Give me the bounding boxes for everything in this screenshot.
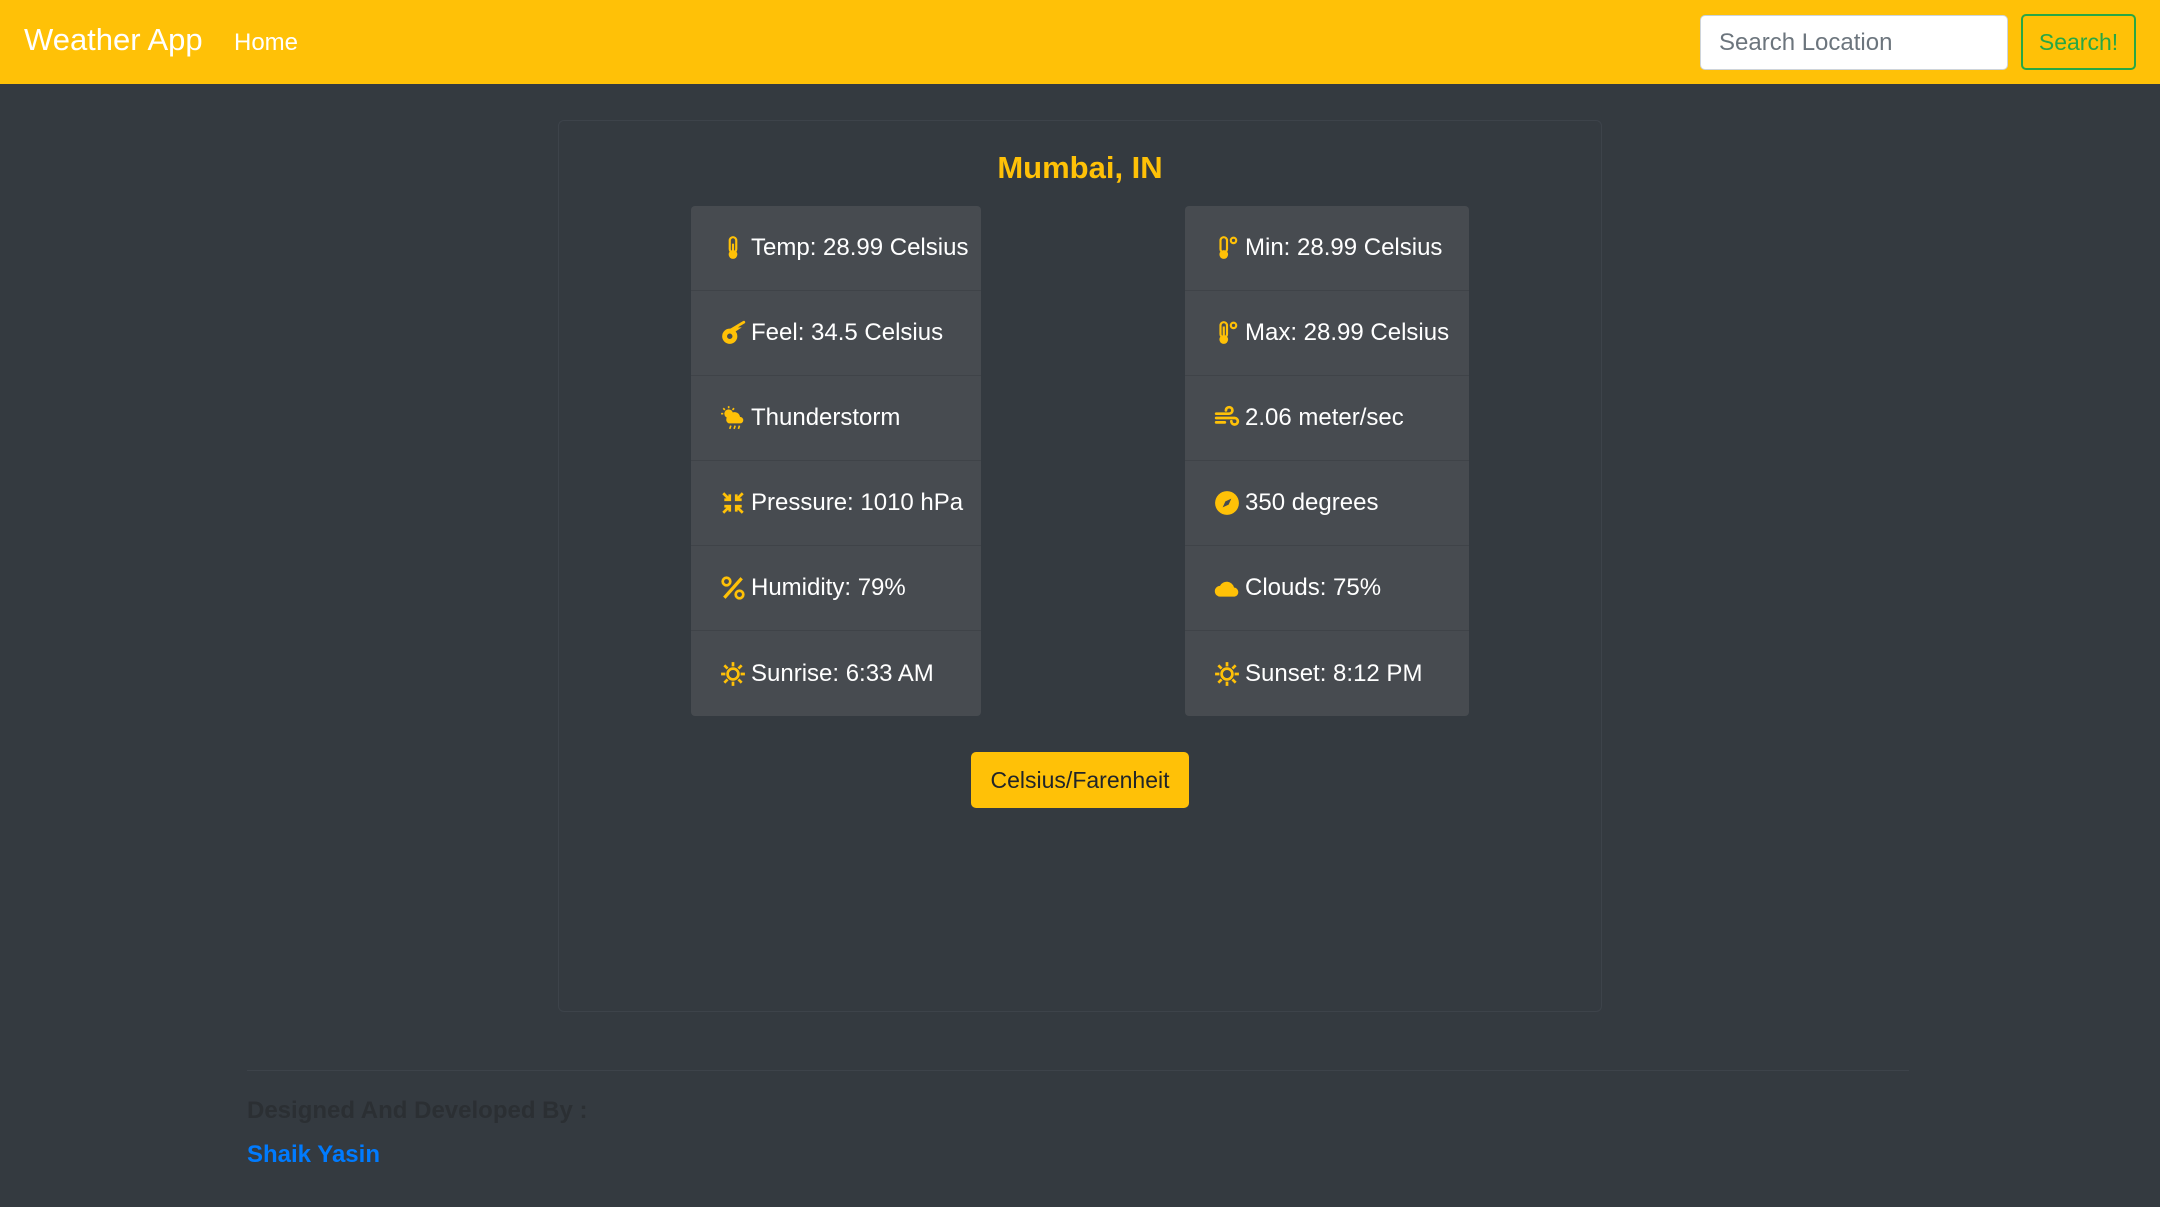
feel-text: Feel: 34.5 Celsius bbox=[751, 319, 944, 346]
compress-icon bbox=[719, 489, 747, 517]
temperature-low-icon bbox=[1213, 234, 1241, 262]
cloud-sun-rain-icon bbox=[719, 404, 747, 432]
temp-text: Temp: 28.99 Celsius bbox=[751, 234, 969, 261]
max-text: Max: 28.99 Celsius bbox=[1245, 319, 1450, 346]
footer-author-link[interactable]: Shaik Yasin bbox=[247, 1141, 380, 1169]
sun-icon bbox=[1213, 660, 1241, 688]
nav-home-link[interactable]: Home bbox=[234, 29, 298, 57]
footer-label: Designed And Developed By : bbox=[247, 1097, 588, 1124]
temp-row: Temp: 28.99 Celsius bbox=[691, 206, 981, 291]
max-row: Max: 28.99 Celsius bbox=[1185, 291, 1469, 376]
sun-icon bbox=[719, 660, 747, 688]
wind-direction-text: 350 degrees bbox=[1245, 489, 1379, 516]
unit-toggle-button[interactable]: Celsius/Farenheit bbox=[971, 752, 1189, 808]
pressure-text: Pressure: 1010 hPa bbox=[751, 489, 964, 516]
humidity-row: Humidity: 79% bbox=[691, 546, 981, 631]
clouds-row: Clouds: 75% bbox=[1185, 546, 1469, 631]
cloud-icon bbox=[1213, 574, 1241, 602]
min-row: Min: 28.99 Celsius bbox=[1185, 206, 1469, 291]
footer-divider bbox=[247, 1070, 1909, 1071]
min-text: Min: 28.99 Celsius bbox=[1245, 234, 1443, 261]
meteor-icon bbox=[719, 319, 747, 347]
condition-text: Thunderstorm bbox=[751, 404, 901, 431]
compass-icon bbox=[1213, 489, 1241, 517]
navbar: Weather App Home Search! bbox=[0, 0, 2160, 84]
sunset-text: Sunset: 8:12 PM bbox=[1245, 659, 1423, 687]
right-info-column: Min: 28.99 Celsius Max: 28.99 Celsius 2.… bbox=[1185, 206, 1469, 716]
search-input[interactable] bbox=[1700, 15, 2008, 70]
wind-direction-row: 350 degrees bbox=[1185, 461, 1469, 546]
wind-speed-text: 2.06 meter/sec bbox=[1245, 404, 1404, 431]
clouds-text: Clouds: 75% bbox=[1245, 574, 1382, 601]
feel-row: Feel: 34.5 Celsius bbox=[691, 291, 981, 376]
search-button[interactable]: Search! bbox=[2021, 14, 2136, 70]
temperature-high-icon bbox=[1213, 319, 1241, 347]
humidity-text: Humidity: 79% bbox=[751, 574, 906, 601]
brand-link[interactable]: Weather App bbox=[24, 22, 203, 58]
condition-row: Thunderstorm bbox=[691, 376, 981, 461]
sunset-row: Sunset: 8:12 PM bbox=[1185, 631, 1469, 716]
wind-speed-row: 2.06 meter/sec bbox=[1185, 376, 1469, 461]
wind-icon bbox=[1213, 404, 1241, 432]
left-info-column: Temp: 28.99 Celsius Feel: 34.5 Celsius T… bbox=[691, 206, 981, 716]
thermometer-icon bbox=[719, 234, 747, 262]
pressure-row: Pressure: 1010 hPa bbox=[691, 461, 981, 546]
sunrise-row: Sunrise: 6:33 AM bbox=[691, 631, 981, 716]
sunrise-text: Sunrise: 6:33 AM bbox=[751, 659, 934, 687]
city-title: Mumbai, IN bbox=[997, 150, 1163, 185]
percent-icon bbox=[719, 574, 747, 602]
